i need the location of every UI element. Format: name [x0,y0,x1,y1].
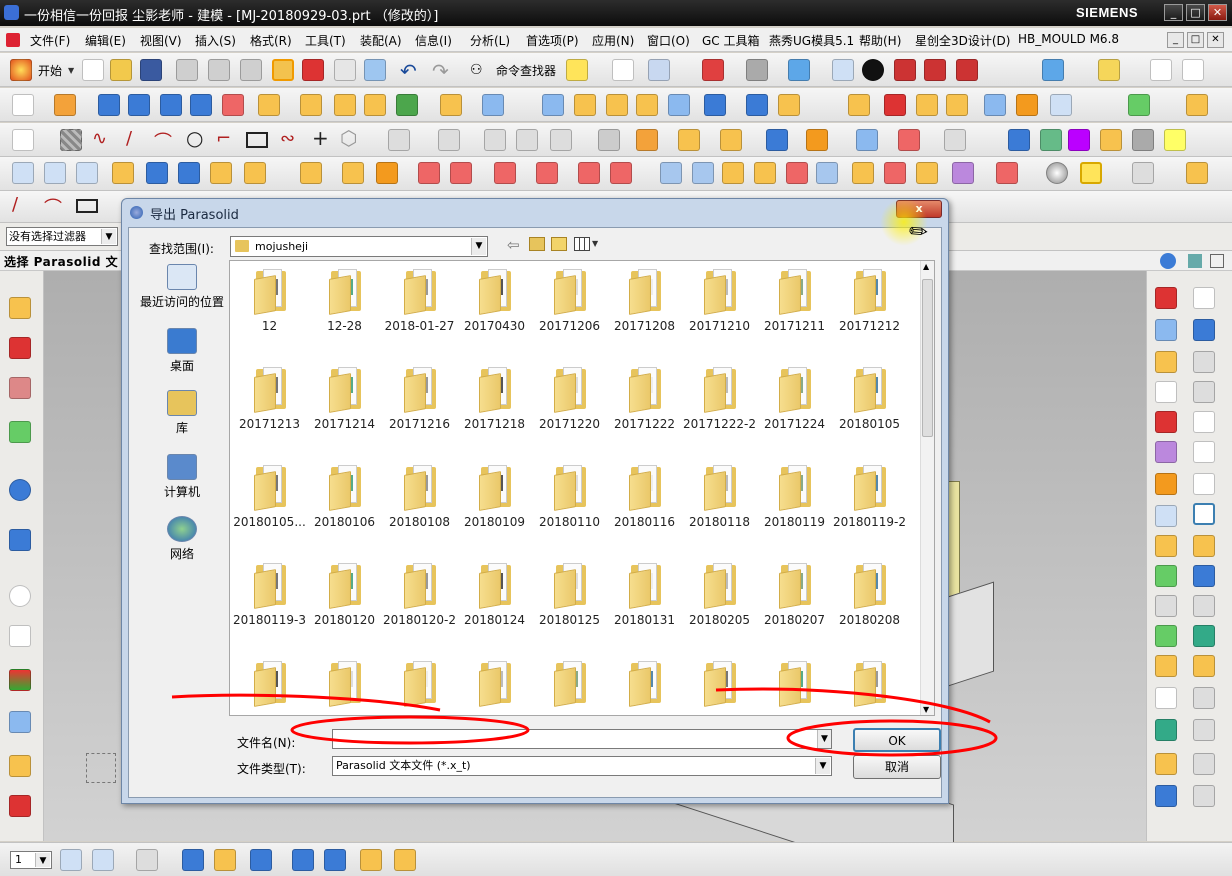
annotation-circle-ok [786,719,998,757]
annotation-circle-filename [290,715,530,745]
annotation-stroke-2 [715,687,991,724]
annotation-stroke [171,693,441,712]
red-annotation-overlay [171,687,998,757]
